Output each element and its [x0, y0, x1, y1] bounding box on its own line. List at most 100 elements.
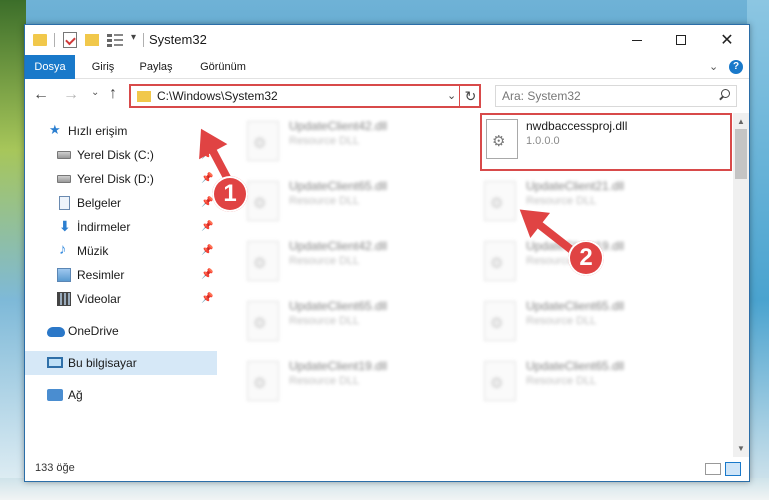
scroll-up-icon[interactable]: ▲: [737, 117, 745, 126]
tab-giris[interactable]: Giriş: [83, 55, 123, 79]
tab-dosya[interactable]: Dosya: [25, 55, 75, 79]
network-icon: [47, 389, 63, 401]
pin-icon[interactable]: 📌: [201, 269, 213, 280]
sidebar-item-label: Belgeler: [77, 196, 122, 210]
new-folder-icon[interactable]: [85, 34, 99, 46]
document-icon: [59, 196, 70, 210]
maximize-button[interactable]: [659, 25, 703, 55]
expand-ribbon-chevron-icon[interactable]: ⌄: [709, 60, 718, 73]
file-description: Resource DLL: [526, 375, 597, 387]
help-icon[interactable]: ?: [729, 60, 743, 74]
minimize-icon: [632, 39, 642, 41]
file-item[interactable]: UpdateClient65.dll Resource DLL: [245, 295, 475, 351]
file-name: UpdateClient65.dll: [526, 299, 625, 313]
dll-file-icon: [484, 181, 516, 221]
sidebar-item-label: Resimler: [77, 268, 125, 282]
pin-icon[interactable]: 📌: [201, 173, 213, 184]
toolbar-separator: [143, 33, 144, 47]
close-icon: ✕: [720, 32, 734, 49]
sidebar-item-downloads[interactable]: ⬇ İndirmeler 📌: [25, 215, 217, 239]
download-icon: ⬇: [59, 218, 71, 234]
file-item[interactable]: UpdateClient19.dll Resource DLL: [245, 355, 475, 411]
ribbon-tabs: Dosya Giriş Paylaş Görünüm ⌄ ?: [25, 55, 749, 79]
dll-file-icon: [247, 361, 279, 401]
file-item[interactable]: UpdateClient65.dll Resource DLL: [245, 175, 475, 231]
dll-file-icon: [247, 301, 279, 341]
vertical-scrollbar[interactable]: ▲ ▼: [733, 113, 749, 457]
annotation-badge-1: 1: [212, 176, 248, 212]
sidebar-item-local-disk-d[interactable]: Yerel Disk (D:) 📌: [25, 167, 217, 191]
file-item[interactable]: UpdateClient42.dll Resource DLL: [245, 235, 475, 291]
video-icon: [57, 292, 71, 306]
dll-file-icon: [484, 361, 516, 401]
pin-icon[interactable]: 📌: [201, 221, 213, 232]
window-title: System32: [149, 32, 207, 47]
minimize-button[interactable]: [615, 25, 659, 55]
file-name: UpdateClient42.dll: [289, 119, 388, 133]
drive-icon: [57, 151, 71, 159]
pin-icon[interactable]: 📌: [201, 245, 213, 256]
properties-icon[interactable]: [63, 32, 77, 48]
search-placeholder: Ara: System32: [502, 89, 581, 103]
pin-icon[interactable]: 📌: [201, 197, 213, 208]
scroll-down-icon[interactable]: ▼: [737, 444, 745, 453]
star-icon: ★: [49, 122, 61, 137]
refresh-icon[interactable]: ↻: [459, 84, 481, 108]
close-button[interactable]: ✕: [705, 25, 749, 55]
recent-locations-chevron-icon[interactable]: ⌄: [91, 87, 99, 98]
sidebar-item-onedrive[interactable]: OneDrive: [25, 319, 217, 343]
large-icons-view-icon[interactable]: [725, 462, 741, 476]
address-bar-row: ← → ⌄ ↑ C:\Windows\System32 ⌄ ↻ Ara: Sys…: [25, 80, 749, 112]
sidebar-item-music[interactable]: ♪ Müzik 📌: [25, 239, 217, 263]
maximize-icon: [676, 35, 686, 45]
file-item[interactable]: UpdateClient65.dll Resource DLL: [482, 295, 712, 351]
sidebar-item-label: Yerel Disk (C:): [77, 148, 154, 162]
file-item[interactable]: UpdateClient42.dll Resource DLL: [245, 115, 475, 171]
scrollbar-thumb[interactable]: [735, 129, 747, 179]
sidebar-item-network[interactable]: Ağ: [25, 383, 217, 407]
desktop-background-right: [747, 0, 769, 500]
search-input[interactable]: Ara: System32: [495, 85, 737, 107]
forward-arrow-icon[interactable]: →: [63, 86, 79, 104]
sidebar-item-label: Müzik: [77, 244, 109, 258]
tab-paylas[interactable]: Paylaş: [133, 55, 179, 79]
customize-quick-access-chevron-icon[interactable]: ▾: [131, 32, 136, 48]
cloud-icon: [47, 327, 65, 337]
file-name: UpdateClient65.dll: [526, 359, 625, 373]
search-icon[interactable]: [719, 89, 730, 100]
details-view-icon[interactable]: [705, 463, 721, 475]
folder-icon: [33, 34, 47, 46]
computer-icon: [47, 357, 63, 368]
file-explorer-window: ▾ System32 ✕ Dosya Giriş Paylaş Görünüm …: [24, 24, 750, 482]
sidebar-item-documents[interactable]: Belgeler 📌: [25, 191, 217, 215]
file-description: Resource DLL: [289, 315, 360, 327]
file-list: UpdateClient42.dll Resource DLL UpdateCl…: [217, 113, 733, 457]
sidebar-item-label: Videolar: [77, 292, 121, 306]
view-options-icon[interactable]: [107, 33, 125, 47]
sidebar-item-label: İndirmeler: [77, 220, 131, 234]
address-bar[interactable]: C:\Windows\System32 ⌄ ↻: [129, 84, 481, 108]
file-description: Resource DLL: [289, 135, 360, 147]
annotation-badge-2: 2: [568, 240, 604, 276]
highlighted-file-item[interactable]: nwdbaccessproj.dll 1.0.0.0: [480, 113, 732, 171]
drive-icon: [57, 175, 71, 183]
file-description: Resource DLL: [526, 315, 597, 327]
up-arrow-icon[interactable]: ↑: [109, 85, 117, 103]
file-description: Resource DLL: [289, 375, 360, 387]
desktop-background-left: [0, 0, 26, 500]
sidebar-item-local-disk-c[interactable]: Yerel Disk (C:) 📌: [25, 143, 217, 167]
sidebar-item-pictures[interactable]: Resimler 📌: [25, 263, 217, 287]
address-history-chevron-icon[interactable]: ⌄: [447, 89, 456, 102]
file-name: UpdateClient65.dll: [289, 179, 388, 193]
sidebar-item-videos[interactable]: Videolar 📌: [25, 287, 217, 311]
address-path[interactable]: C:\Windows\System32: [157, 89, 278, 103]
tab-gorunum[interactable]: Görünüm: [191, 55, 255, 79]
file-name: UpdateClient19.dll: [289, 359, 388, 373]
sidebar-item-label: Yerel Disk (D:): [77, 172, 154, 186]
item-count: 133 öğe: [35, 462, 75, 474]
pin-icon[interactable]: 📌: [201, 293, 213, 304]
sidebar-item-this-pc[interactable]: Bu bilgisayar: [25, 351, 217, 375]
back-arrow-icon[interactable]: ←: [33, 86, 49, 104]
dll-file-icon: [247, 121, 279, 161]
file-item[interactable]: UpdateClient65.dll Resource DLL: [482, 355, 712, 411]
